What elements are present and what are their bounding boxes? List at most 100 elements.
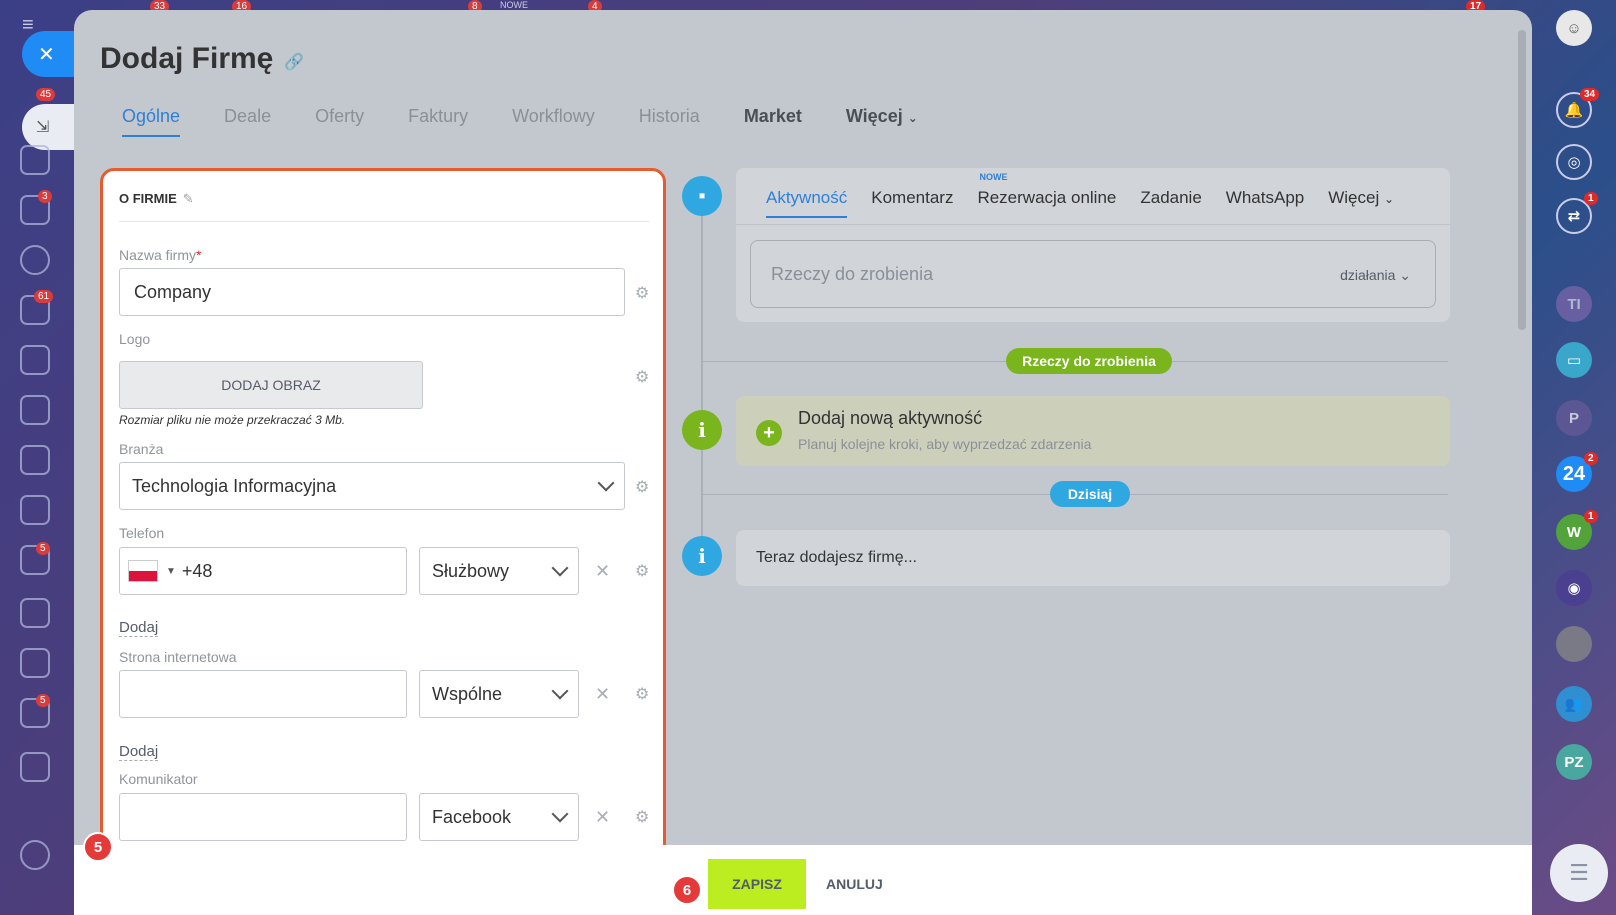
menu-list-icon[interactable]: ☰ (1550, 844, 1608, 902)
tab-comment[interactable]: Komentarz (871, 188, 953, 218)
link-icon[interactable]: 🔗 (284, 52, 304, 72)
gear-icon[interactable]: ⚙ (635, 477, 649, 497)
remove-website-button[interactable]: ✕ (595, 684, 610, 705)
industry-value: Technologia Informacyjna (132, 475, 337, 496)
company-name-label: Nazwa firmy* (119, 247, 202, 263)
tab-more-label: Więcej (1328, 188, 1380, 207)
timeline-line (701, 200, 703, 560)
gear-icon[interactable]: ⚙ (635, 283, 649, 303)
calendar-icon[interactable] (20, 445, 50, 475)
tab-task[interactable]: Zadanie (1140, 188, 1201, 218)
chevron-down-icon: ⌄ (1399, 267, 1411, 283)
website-input[interactable] (119, 670, 407, 718)
tab-more[interactable]: Więcej ⌄ (1328, 188, 1394, 218)
new-activity-subtitle: Planuj kolejne kroki, aby wyprzedzać zda… (798, 436, 1092, 452)
industry-select[interactable]: Technologia Informacyjna (119, 462, 625, 510)
info-icon: i (682, 410, 722, 450)
gear-icon[interactable]: ⚙ (635, 561, 649, 581)
messenger-input[interactable] (119, 793, 407, 841)
close-slider-button[interactable]: ✕ (22, 31, 76, 77)
poland-flag-icon[interactable] (128, 560, 158, 582)
sidebar-badge: 5 (36, 542, 50, 555)
swirl-icon[interactable]: ◉ (1556, 570, 1592, 606)
tab-offers[interactable]: Oferty (315, 106, 364, 137)
sidebar-badge: 5 (36, 694, 50, 707)
avatar-p[interactable]: P (1556, 400, 1592, 436)
box-icon[interactable] (20, 752, 50, 782)
industry-label: Branża (119, 441, 164, 457)
pencil-icon[interactable]: ✎ (183, 191, 194, 206)
avatar-ti[interactable]: TI (1556, 286, 1592, 322)
gear-icon[interactable]: ⚙ (635, 807, 649, 827)
website-type-select[interactable]: Wspólne (419, 670, 579, 718)
actions-dropdown[interactable]: działania ⌄ (1340, 267, 1411, 284)
gear-icon[interactable]: ⚙ (635, 367, 649, 387)
add-website-link[interactable]: Dodaj (119, 743, 159, 761)
chevron-down-icon (551, 682, 569, 700)
add-phone-link[interactable]: Dodaj (119, 619, 159, 637)
scrollbar[interactable] (1518, 30, 1526, 330)
tab-more-label: Więcej (845, 106, 903, 126)
tab-invoices[interactable]: Faktury (408, 106, 468, 137)
phone-prefix: +48 (181, 560, 213, 581)
fingerprint-icon[interactable]: ◎ (1556, 144, 1592, 180)
new-activity-title: Dodaj nową aktywność (798, 408, 983, 428)
add-image-button[interactable]: DODAJ OBRAZ (119, 361, 423, 409)
company-form-card: O FIRMIE ✎ Nazwa firmy* Company ⚙ Logo DO… (100, 168, 666, 858)
hexagon-icon[interactable] (20, 648, 50, 678)
settings-icon[interactable] (20, 840, 50, 870)
b24-badge: 2 (1584, 452, 1598, 465)
tab-online-booking[interactable]: NOWE Rezerwacja online (977, 172, 1117, 218)
tab-deals[interactable]: Deale (224, 106, 271, 137)
photo-avatar[interactable] (1556, 626, 1592, 662)
tab-whatsapp[interactable]: WhatsApp (1226, 188, 1304, 218)
chart-icon[interactable] (20, 495, 50, 525)
chevron-down-icon (551, 805, 569, 823)
sidebar-badge: 3 (38, 190, 52, 203)
store-icon[interactable] (20, 395, 50, 425)
new-badge: NOWE (979, 172, 1008, 182)
todo-pill: Rzeczy do zrobienia (1006, 348, 1172, 374)
target-icon[interactable] (20, 245, 50, 275)
sign-icon[interactable] (20, 598, 50, 628)
remove-phone-button[interactable]: ✕ (595, 561, 610, 582)
top-new-label: NOWE (500, 0, 528, 10)
activity-tabs: Aktywność Komentarz NOWE Rezerwacja onlin… (766, 172, 1418, 218)
messenger-type-value: Facebook (432, 806, 512, 827)
cancel-button[interactable]: ANULUJ (826, 876, 883, 892)
section-header: O FIRMIE ✎ (119, 191, 194, 207)
tab-general[interactable]: Ogólne (122, 106, 181, 137)
page-tabs: Ogólne Deale Oferty Faktury Workflowy Hi… (122, 106, 962, 137)
tab-market[interactable]: Market (744, 106, 802, 137)
tab-activity[interactable]: Aktywność (766, 188, 848, 218)
tasks-icon[interactable] (20, 145, 50, 175)
avatar-pz[interactable]: PZ (1556, 744, 1592, 780)
comment-icon: ▪ (682, 176, 722, 216)
chevron-down-icon (597, 474, 615, 492)
tab-more[interactable]: Więcej ⌄ (846, 106, 918, 137)
todo-input[interactable]: Rzeczy do zrobienia działania ⌄ (750, 240, 1436, 308)
left-sidebar: ≡ 33 16 8 NOWE 4 ✕ 45 ⇲ 3 61 5 5 (0, 0, 602, 915)
arrow-down-right-icon: ⇲ (36, 119, 50, 136)
tab-history[interactable]: Historia (639, 106, 700, 137)
company-name-input[interactable]: Company (119, 268, 625, 316)
plus-icon[interactable]: + (756, 420, 782, 446)
tab-online-booking-label: Rezerwacja online (977, 188, 1117, 207)
user-avatar[interactable]: ☺ (1556, 10, 1592, 46)
phone-type-select[interactable]: Służbowy (419, 547, 579, 595)
group-icon[interactable]: 👥 (1556, 686, 1592, 722)
messages-icon[interactable]: ▭ (1556, 342, 1592, 378)
gear-icon[interactable]: ⚙ (635, 684, 649, 704)
tab-workflows[interactable]: Workflowy (512, 106, 595, 137)
footer: ZAPISZ ANULUJ (74, 845, 1532, 915)
minimize-button[interactable]: ⇲ (22, 104, 76, 150)
new-activity-card[interactable]: + Dodaj nową aktywność Planuj kolejne kr… (736, 396, 1450, 466)
save-button[interactable]: ZAPISZ (708, 859, 806, 909)
chat-badge: 1 (1584, 192, 1598, 205)
remove-messenger-button[interactable]: ✕ (595, 807, 610, 828)
section-title: O FIRMIE (119, 191, 177, 206)
close-icon: ✕ (38, 43, 55, 66)
cart-icon[interactable] (20, 345, 50, 375)
phone-input[interactable]: ▼ +48 (119, 547, 407, 595)
messenger-type-select[interactable]: Facebook (419, 793, 579, 841)
